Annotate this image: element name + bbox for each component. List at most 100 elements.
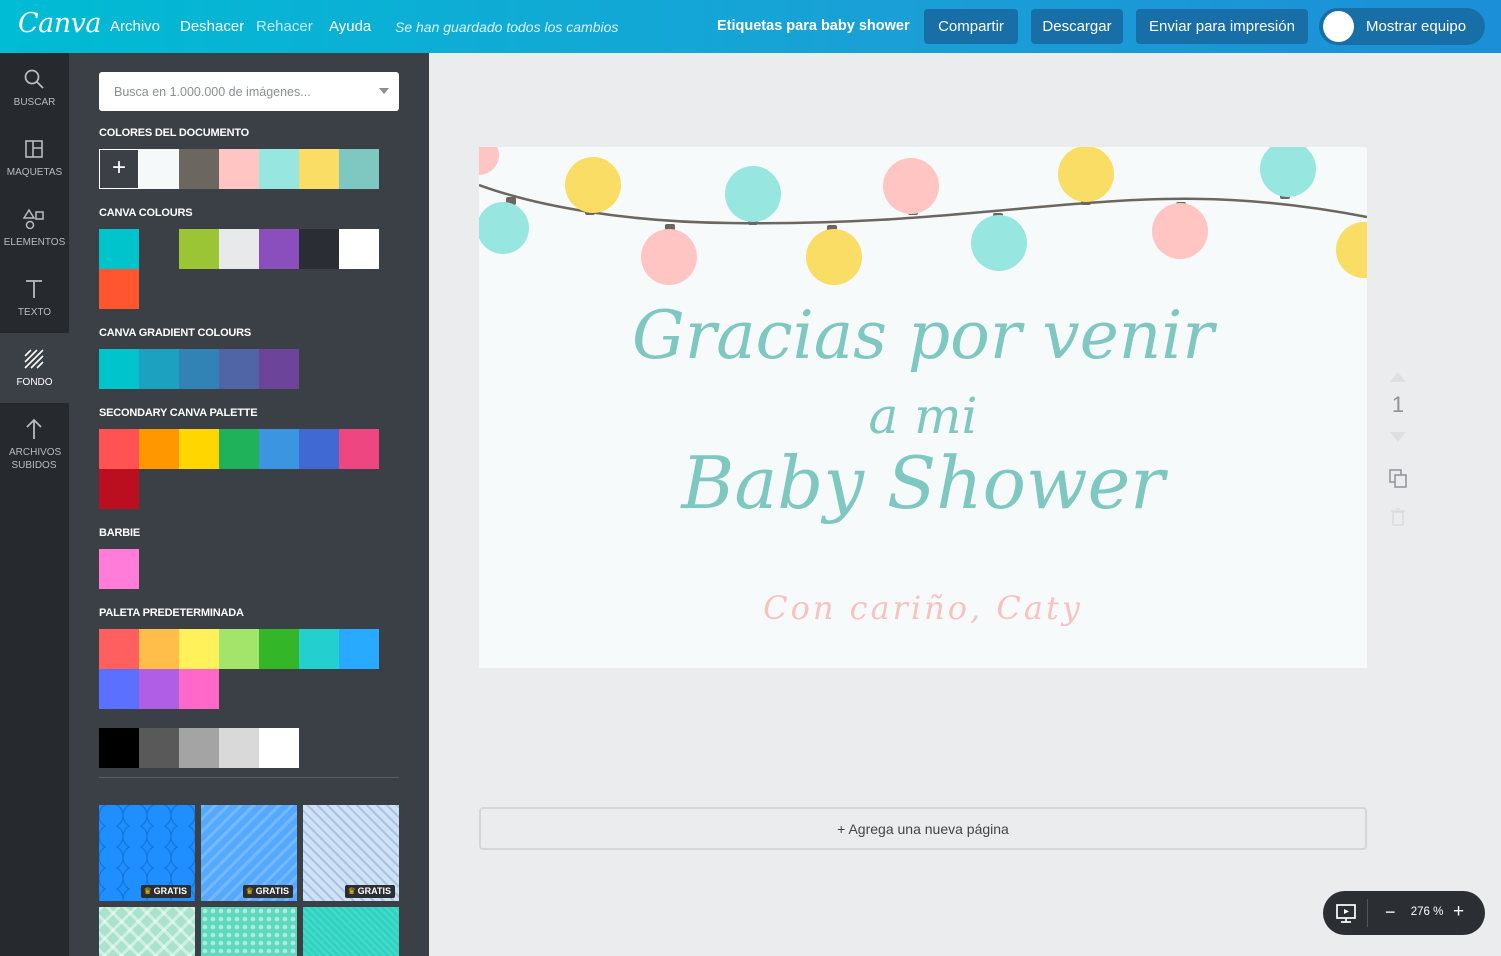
background-thumb-teal-stripes[interactable]	[303, 907, 399, 956]
background-pattern-icon	[24, 349, 44, 369]
default-color-swatch[interactable]	[99, 629, 139, 669]
show-team-button[interactable]: Mostrar equipo	[1319, 8, 1485, 45]
menu-file[interactable]: Archivo	[110, 18, 160, 35]
top-bar: Canva Archivo Deshacer Rehacer Ayuda Se …	[0, 0, 1501, 53]
section-title-document-colors: COLORES DEL DOCUMENTO	[99, 127, 250, 139]
canva-color-swatch[interactable]	[259, 229, 299, 269]
menu-redo[interactable]: Rehacer	[256, 18, 313, 35]
download-button[interactable]: Descargar	[1031, 9, 1123, 44]
default-color-swatch[interactable]	[339, 629, 379, 669]
secondary-color-swatch[interactable]	[139, 429, 179, 469]
default-color-swatch[interactable]	[179, 629, 219, 669]
grays-color-swatch[interactable]	[99, 728, 139, 768]
grays-color-swatch[interactable]	[179, 728, 219, 768]
share-button[interactable]: Compartir	[924, 9, 1018, 44]
show-team-label: Mostrar equipo	[1366, 18, 1467, 35]
canva-color-swatch[interactable]	[179, 229, 219, 269]
rail-item-elements[interactable]: ELEMENTOS	[0, 193, 69, 263]
background-thumb-chevrons[interactable]: ♛ GRATIS	[201, 805, 297, 901]
gradient-color-swatch[interactable]	[179, 349, 219, 389]
rail-item-text[interactable]: TEXTO	[0, 263, 69, 333]
crown-icon: ♛	[245, 886, 254, 896]
gradient-color-swatch[interactable]	[139, 349, 179, 389]
secondary-color-swatch[interactable]	[299, 429, 339, 469]
copy-page-icon[interactable]	[1388, 468, 1408, 490]
avatar	[1323, 11, 1354, 42]
free-badge: ♛ GRATIS	[344, 885, 395, 898]
chevron-down-icon[interactable]	[379, 88, 389, 94]
default-color-swatch[interactable]	[139, 629, 179, 669]
secondary-color-swatch[interactable]	[99, 429, 139, 469]
zoom-controls: − 276 % +	[1323, 891, 1485, 935]
default-color-swatch[interactable]	[139, 669, 179, 709]
background-thumb-hexagons[interactable]: ♛ GRATIS	[99, 805, 195, 901]
canva-color-swatch[interactable]	[99, 229, 139, 269]
document-color-swatch[interactable]	[179, 149, 219, 189]
rail-item-layouts[interactable]: MAQUETAS	[0, 123, 69, 193]
grays-color-swatch[interactable]	[139, 728, 179, 768]
document-title[interactable]: Etiquetas para baby shower	[717, 18, 910, 34]
secondary-color-swatch[interactable]	[179, 429, 219, 469]
headline-text[interactable]: Gracias por venir	[479, 297, 1367, 374]
print-button[interactable]: Enviar para impresión	[1136, 9, 1308, 44]
canva-color-swatch[interactable]	[339, 229, 379, 269]
rail-label: TEXTO	[17, 307, 52, 318]
divider	[1367, 899, 1368, 927]
present-icon[interactable]	[1335, 902, 1357, 924]
canva-color-swatch[interactable]	[99, 269, 139, 309]
background-thumb-dots[interactable]	[201, 907, 297, 956]
background-thumb-diagonal-lines[interactable]: ♛ GRATIS	[303, 805, 399, 901]
crown-icon: ♛	[347, 886, 356, 896]
default-color-swatch[interactable]	[219, 629, 259, 669]
document-color-swatch[interactable]	[299, 149, 339, 189]
rail-label: FONDO	[16, 377, 53, 388]
left-rail: BUSCAR MAQUETAS ELEMENTOS TEXTO FONDO AR…	[0, 53, 69, 956]
gradient-color-swatch[interactable]	[219, 349, 259, 389]
signature-text[interactable]: Con cariño, Caty	[479, 589, 1367, 627]
upload-arrow-icon	[26, 418, 42, 439]
subheadline-text[interactable]: a mi	[479, 387, 1367, 445]
section-title-gradient-colours: CANVA GRADIENT COLOURS	[99, 327, 252, 339]
menu-undo[interactable]: Deshacer	[180, 18, 244, 35]
canva-color-swatch[interactable]	[139, 229, 179, 269]
text-icon	[26, 280, 42, 298]
secondary-color-swatch[interactable]	[259, 429, 299, 469]
default-color-swatch[interactable]	[259, 629, 299, 669]
design-page[interactable]: Gracias por venir a mi Baby Shower Con c…	[479, 147, 1367, 668]
document-color-swatch[interactable]	[139, 149, 179, 189]
image-search[interactable]	[99, 72, 399, 111]
document-color-swatch[interactable]	[259, 149, 299, 189]
zoom-in-button[interactable]: +	[1453, 901, 1464, 923]
secondary-color-swatch[interactable]	[99, 469, 139, 509]
zoom-level[interactable]: 276 %	[1407, 906, 1447, 918]
secondary-color-swatch[interactable]	[339, 429, 379, 469]
rail-item-background[interactable]: FONDO	[0, 333, 69, 403]
move-page-down-icon[interactable]	[1390, 432, 1406, 442]
move-page-up-icon[interactable]	[1390, 372, 1406, 382]
rail-item-uploads[interactable]: ARCHIVOS SUBIDOS	[0, 403, 69, 483]
gradient-color-swatch[interactable]	[99, 349, 139, 389]
canva-color-swatch[interactable]	[299, 229, 339, 269]
add-color-button[interactable]: +	[99, 149, 139, 189]
canva-color-swatch[interactable]	[219, 229, 259, 269]
grays-color-swatch[interactable]	[219, 728, 259, 768]
trash-icon[interactable]	[1390, 508, 1406, 526]
barbie-color-swatch[interactable]	[99, 549, 139, 589]
document-color-swatch[interactable]	[339, 149, 379, 189]
crown-icon: ♛	[143, 886, 152, 896]
default-color-swatch[interactable]	[179, 669, 219, 709]
background-thumb-diamonds[interactable]	[99, 907, 195, 956]
search-input[interactable]	[99, 72, 379, 111]
default-color-swatch[interactable]	[299, 629, 339, 669]
rail-item-search[interactable]: BUSCAR	[0, 53, 69, 123]
canva-logo[interactable]: Canva	[18, 8, 102, 39]
secondary-color-swatch[interactable]	[219, 429, 259, 469]
gradient-color-swatch[interactable]	[259, 349, 299, 389]
document-color-swatch[interactable]	[219, 149, 259, 189]
add-page-button[interactable]: + Agrega una nueva página	[479, 807, 1367, 850]
grays-color-swatch[interactable]	[259, 728, 299, 768]
title-text[interactable]: Baby Shower	[479, 441, 1367, 525]
zoom-out-button[interactable]: −	[1385, 902, 1396, 923]
menu-help[interactable]: Ayuda	[329, 18, 371, 35]
default-color-swatch[interactable]	[99, 669, 139, 709]
